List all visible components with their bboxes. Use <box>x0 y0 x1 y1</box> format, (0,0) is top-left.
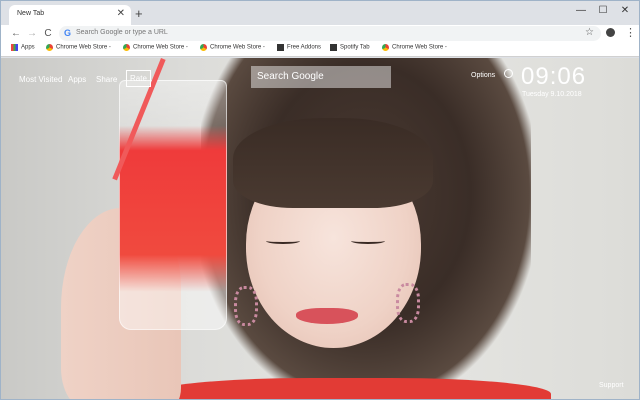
new-tab-button[interactable]: + <box>135 7 143 21</box>
apps-link[interactable]: Apps <box>68 75 86 84</box>
clock-time: 09:06 <box>521 63 587 90</box>
address-bar[interactable]: G Search Google or type a URL <box>59 26 601 41</box>
browser-toolbar: ← → C G Search Google or type a URL <box>1 25 639 42</box>
bookmark-chrome-web-store[interactable]: Chrome Web Store - <box>46 44 111 55</box>
tab-title: New Tab <box>17 10 45 17</box>
address-bar-placeholder: Search Google or type a URL <box>76 29 168 36</box>
wallpaper-glass-cup <box>119 80 227 330</box>
search-placeholder: Search Google <box>257 71 324 82</box>
wallpaper-background <box>1 58 639 399</box>
tab-strip: New Tab ✕ + — ☐ ✕ <box>1 1 639 25</box>
profile-icon[interactable] <box>606 28 615 37</box>
rate-button[interactable]: Rate <box>126 70 151 87</box>
bookmark-free-addons[interactable]: Free Addons <box>277 44 321 55</box>
share-link[interactable]: Share <box>96 75 117 84</box>
wallpaper-shirt <box>151 378 551 399</box>
options-link[interactable]: Options <box>471 72 495 79</box>
apps-grid-icon <box>11 44 18 51</box>
most-visited-link[interactable]: Most Visited <box>19 75 62 84</box>
chrome-web-store-icon <box>382 44 389 51</box>
star-icon[interactable]: ☆ <box>585 27 594 38</box>
chrome-web-store-icon <box>200 44 207 51</box>
browser-window: New Tab ✕ + — ☐ ✕ ← → C G Search Google … <box>0 0 640 400</box>
bookmark-chrome-web-store[interactable]: Chrome Web Store - <box>123 44 188 55</box>
tab-new-tab[interactable]: New Tab ✕ <box>9 5 131 25</box>
back-arrow-icon[interactable]: ← <box>10 27 22 40</box>
wallpaper-bangs <box>233 118 433 208</box>
forward-arrow-icon[interactable]: → <box>26 27 38 40</box>
wallpaper-earring-right <box>396 283 420 323</box>
window-close-button[interactable]: ✕ <box>615 4 635 18</box>
bookmark-chrome-web-store[interactable]: Chrome Web Store - <box>200 44 265 55</box>
close-icon[interactable]: ✕ <box>117 8 125 20</box>
clock-date: Tuesday 9.10.2018 <box>522 91 582 98</box>
bookmark-spotify-tab[interactable]: Spotify Tab <box>330 44 370 55</box>
wallpaper-earring-left <box>234 286 258 326</box>
chrome-web-store-icon <box>46 44 53 51</box>
wallpaper-lips <box>296 308 358 324</box>
bookmark-apps[interactable]: Apps <box>11 44 35 55</box>
bookmark-chrome-web-store[interactable]: Chrome Web Store - <box>382 44 447 55</box>
addon-icon <box>277 44 284 51</box>
support-link[interactable]: Support <box>599 382 624 389</box>
clock-icon[interactable] <box>504 69 513 78</box>
wallpaper-eye-left <box>266 238 300 244</box>
chrome-web-store-icon <box>123 44 130 51</box>
minimize-button[interactable]: — <box>571 4 591 18</box>
search-input[interactable]: Search Google <box>251 66 391 88</box>
bookmarks-bar: Apps Chrome Web Store - Chrome Web Store… <box>1 42 639 57</box>
reload-icon[interactable]: C <box>42 27 54 40</box>
menu-icon[interactable]: ⋮ <box>625 25 636 41</box>
wallpaper-eye-right <box>351 238 385 244</box>
maximize-button[interactable]: ☐ <box>593 4 613 18</box>
google-g-icon: G <box>64 28 72 38</box>
addon-icon <box>330 44 337 51</box>
